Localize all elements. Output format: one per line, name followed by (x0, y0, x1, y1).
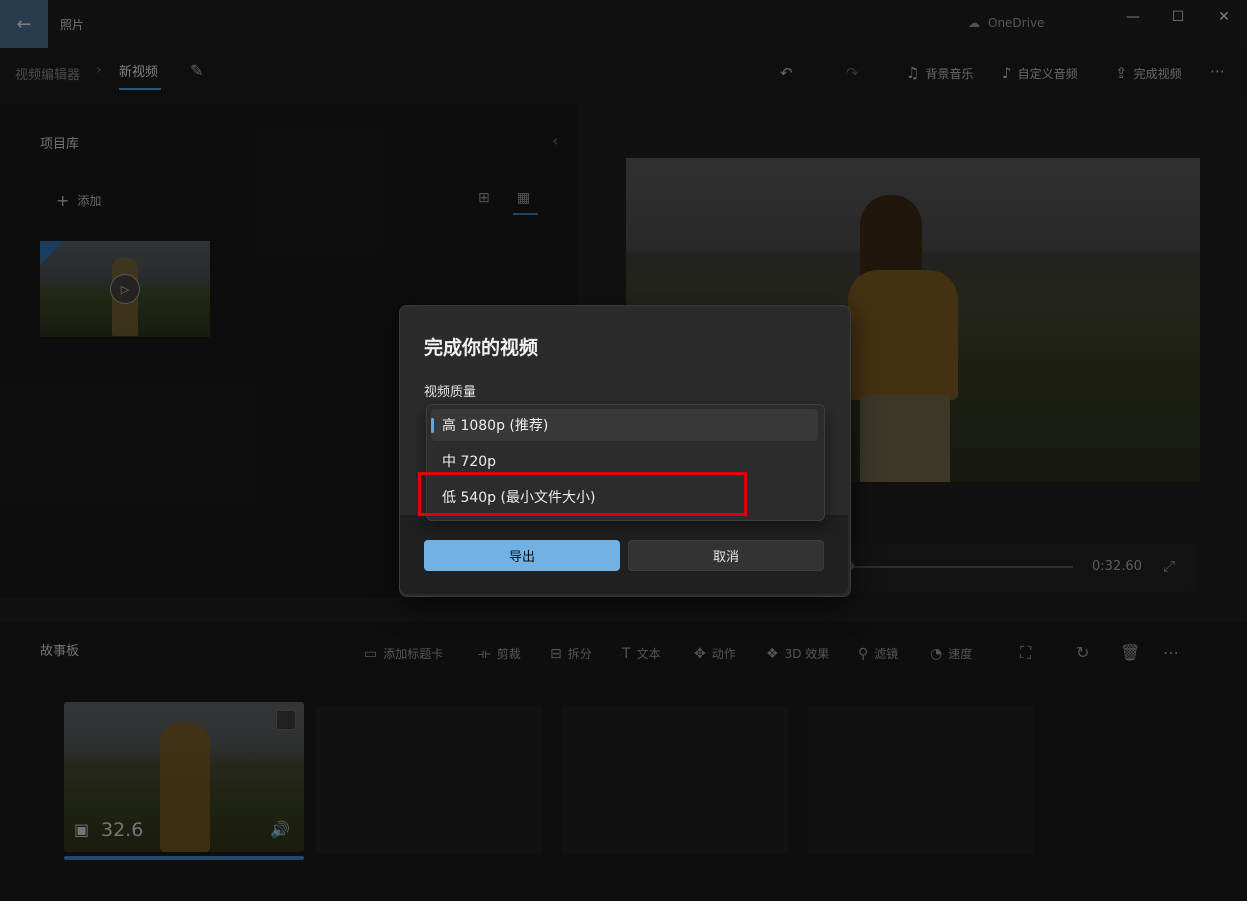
cancel-button[interactable]: 取消 (628, 540, 824, 571)
selected-indicator (431, 418, 434, 433)
quality-option-label: 高 1080p (推荐) (442, 418, 549, 434)
quality-option-high[interactable]: 高 1080p (推荐) (431, 409, 818, 441)
dialog-title: 完成你的视频 (424, 337, 539, 359)
export-button[interactable]: 导出 (424, 540, 620, 571)
video-quality-label: 视频质量 (424, 385, 477, 400)
red-highlight-box (418, 472, 747, 516)
quality-option-label: 中 720p (442, 454, 497, 470)
